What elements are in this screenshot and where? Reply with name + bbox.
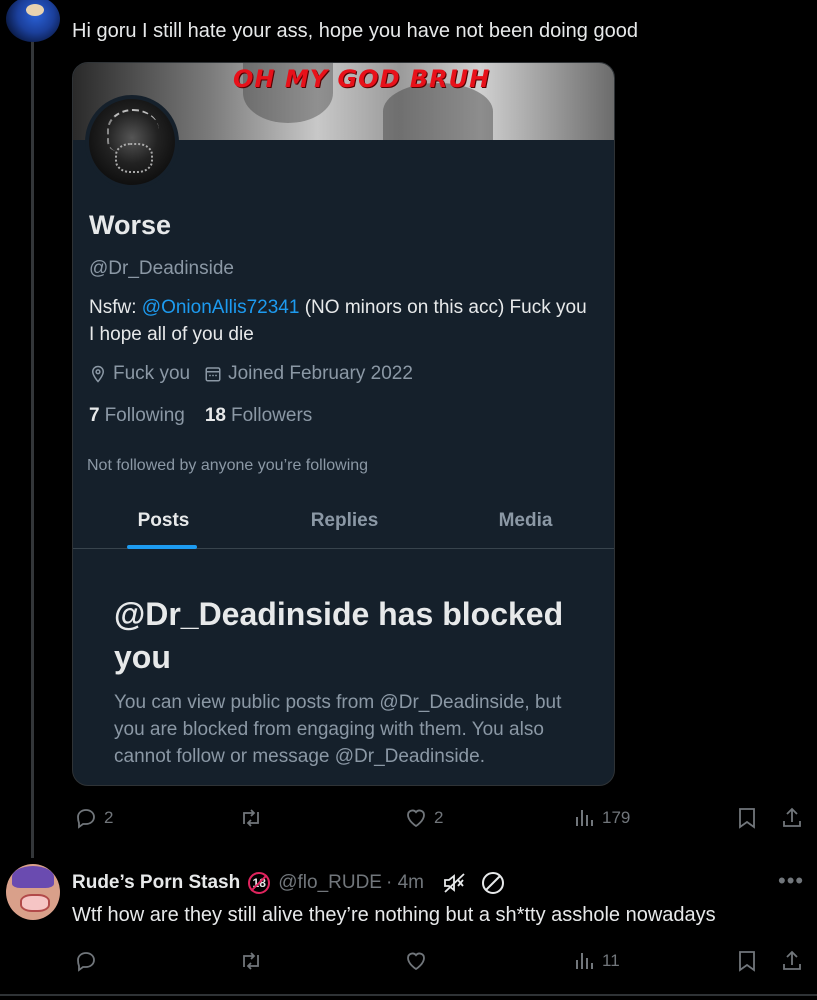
post-text: Hi goru I still hate your ass, hope you … [72, 20, 638, 42]
like-button[interactable] [404, 949, 434, 973]
heart-icon [407, 952, 425, 971]
profile-bio: Nsfw: @OnionAllis72341 (NO minors on thi… [89, 297, 587, 345]
repost-icon [243, 952, 259, 970]
tab-posts[interactable]: Posts [73, 503, 254, 549]
divider [0, 994, 817, 996]
reply-icon [77, 809, 95, 829]
post-text: Wtf how are they still alive they’re not… [72, 904, 716, 926]
post-header: Rude’s Porn Stash 18 @flo_RUDE · 4m [72, 870, 506, 896]
bookmark-icon [739, 951, 755, 972]
bookmark-button[interactable] [736, 949, 764, 973]
analytics-icon [576, 953, 593, 969]
repost-icon [243, 809, 259, 827]
profile-name: Worse [89, 210, 172, 240]
calendar-icon [205, 367, 221, 382]
quoted-profile-card[interactable]: OH MY GOD BRUH Worse @Dr_Deadinside Nsfw… [72, 62, 615, 786]
banner-caption: OH MY GOD BRUH [233, 65, 491, 93]
repost-button[interactable] [238, 949, 270, 973]
views-button[interactable]: 11 [572, 949, 620, 973]
repost-button[interactable] [238, 806, 270, 830]
bookmark-icon [739, 808, 755, 829]
share-icon [783, 950, 801, 970]
share-button[interactable] [780, 949, 810, 973]
tab-media[interactable]: Media [435, 503, 614, 548]
heart-icon [407, 809, 425, 828]
follow-stats: 7 Following 18 Followers [89, 405, 312, 427]
share-icon [783, 807, 801, 827]
muted-speaker-icon[interactable] [442, 871, 468, 895]
reply-icon [77, 952, 95, 972]
profile-tabs: Posts Replies Media [73, 503, 614, 549]
profile-handle: @Dr_Deadinside [89, 258, 234, 279]
avatar[interactable] [6, 0, 60, 42]
profile-joined: Joined February 2022 [228, 363, 413, 384]
bio-mention-link[interactable]: @OnionAllis72341 [142, 297, 300, 318]
location-pin-icon [91, 365, 105, 383]
following-link[interactable]: 7 Following [89, 405, 185, 427]
avatar[interactable] [6, 864, 60, 920]
profile-location: Fuck you [113, 363, 191, 384]
post-action-bar: 2 2 179 [72, 806, 812, 834]
blocked-title: @Dr_Deadinside has blocked you [114, 596, 564, 675]
author-name[interactable]: Rude’s Porn Stash [72, 872, 240, 894]
share-button[interactable] [780, 806, 810, 830]
not-followed-note: Not followed by anyone you’re following [87, 457, 369, 474]
reply-button[interactable] [74, 949, 104, 973]
block-icon[interactable] [480, 870, 506, 896]
profile-avatar[interactable] [85, 95, 179, 189]
post-action-bar: 11 [72, 949, 812, 977]
thread-connector-line [31, 40, 34, 858]
tab-replies[interactable]: Replies [254, 503, 435, 548]
analytics-icon [576, 810, 593, 826]
followers-link[interactable]: 18 Followers [205, 405, 312, 427]
views-button[interactable]: 179 [572, 806, 630, 830]
bookmark-button[interactable] [736, 806, 764, 830]
age-restriction-icon: 18 [248, 872, 271, 894]
blocked-description: You can view public posts from @Dr_Deadi… [114, 692, 562, 767]
post-time: · 4m [385, 872, 424, 893]
reply-button[interactable]: 2 [74, 806, 113, 830]
profile-meta: Fuck you Joined February 2022 [89, 363, 413, 385]
like-button[interactable]: 2 [404, 806, 443, 830]
author-handle[interactable]: @flo_RUDE [278, 872, 382, 894]
more-options-icon[interactable]: ••• [778, 868, 804, 894]
